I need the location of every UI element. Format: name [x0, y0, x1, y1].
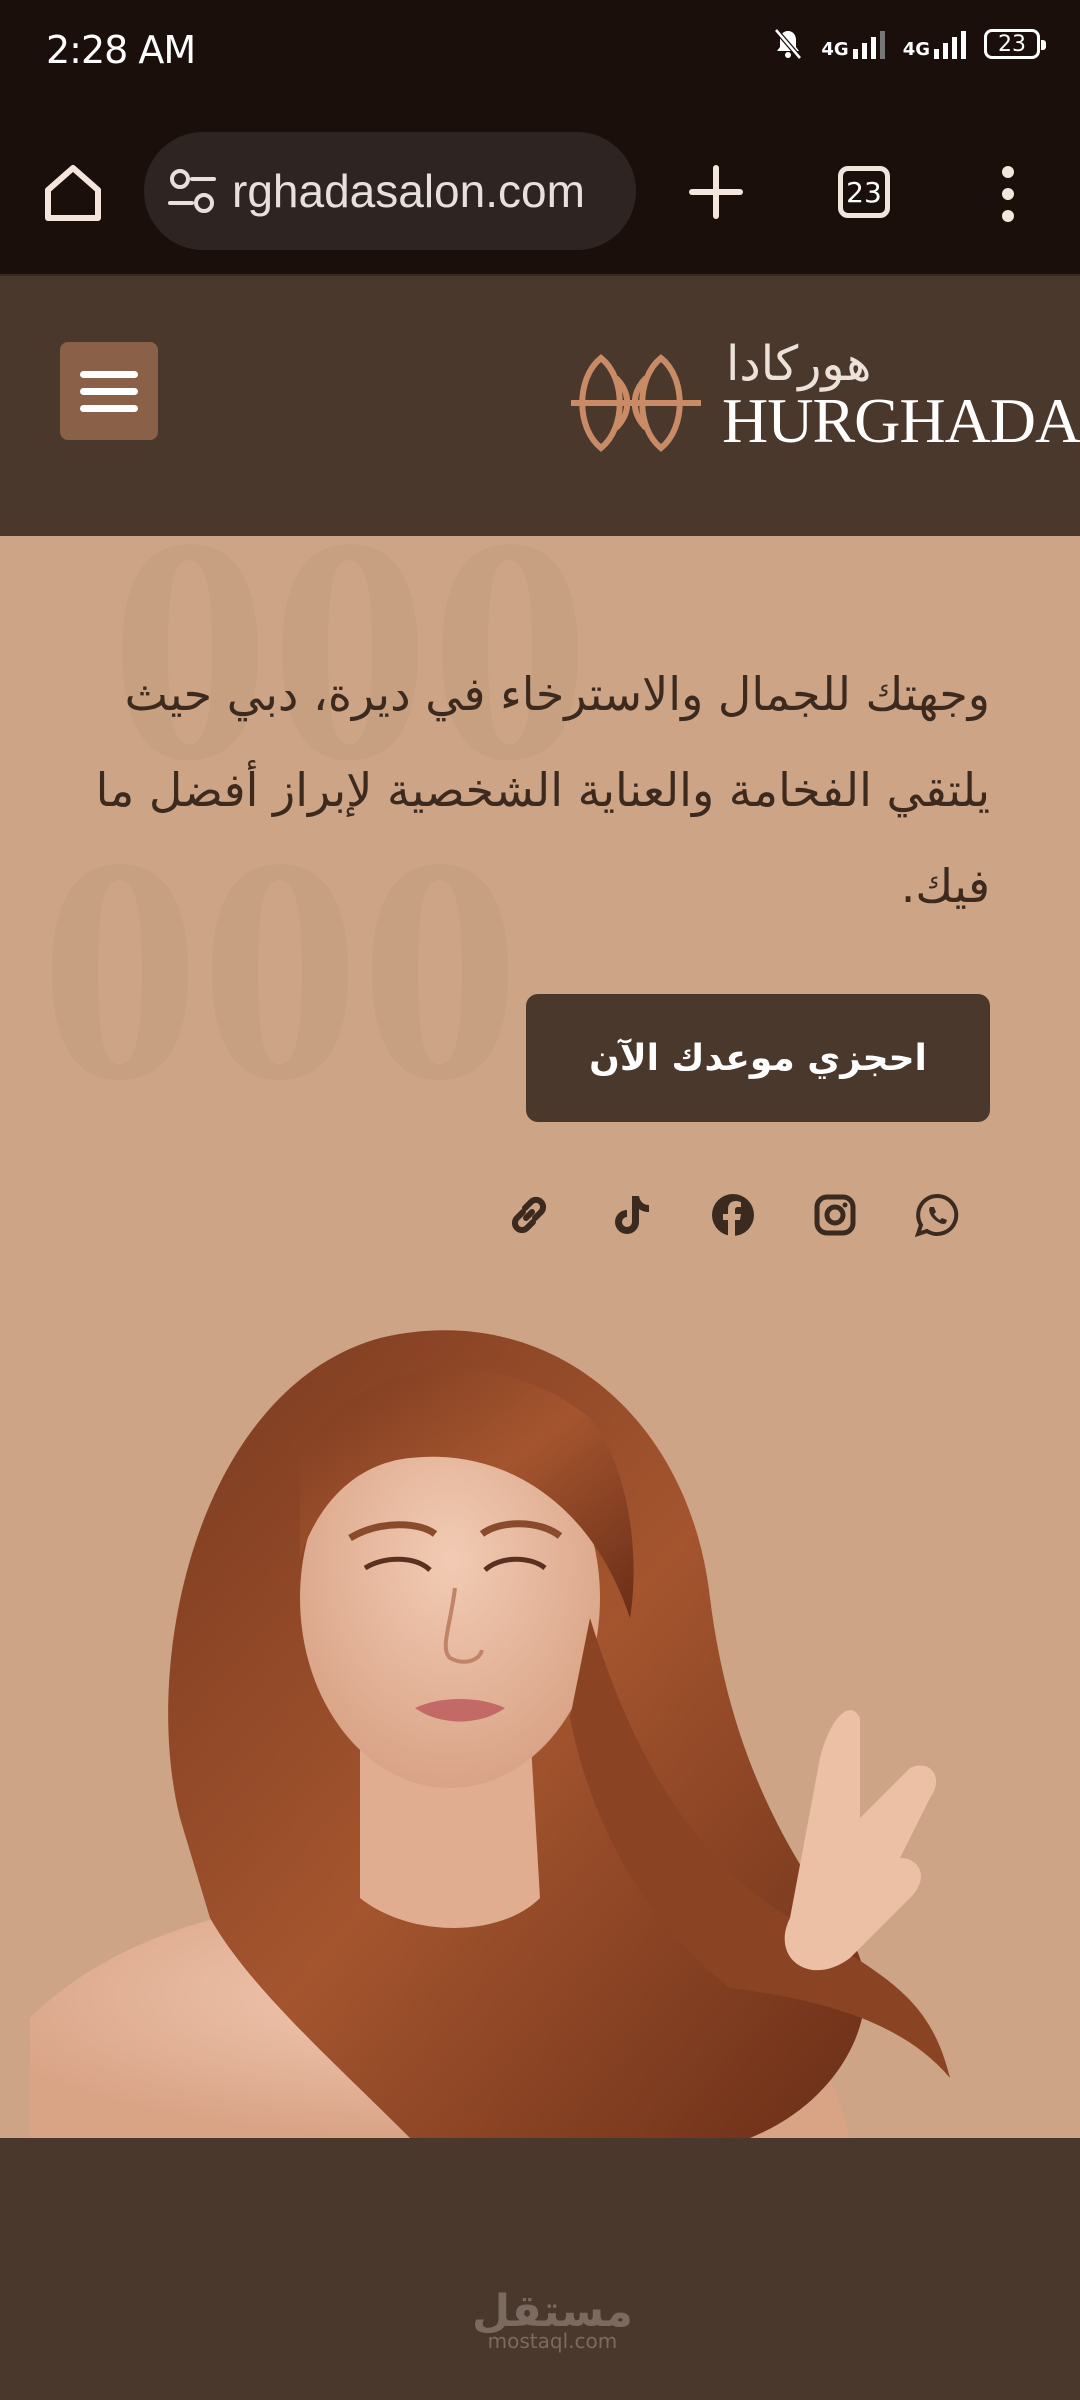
new-tab-icon[interactable]: [686, 162, 746, 222]
instagram-icon[interactable]: [812, 1192, 858, 1238]
site-footer: مستقل mostaql.com: [0, 2138, 1080, 2400]
battery-level: 23: [998, 31, 1026, 57]
tiktok-icon[interactable]: [608, 1192, 654, 1238]
hamburger-menu-button[interactable]: [60, 342, 158, 440]
battery-icon: 23: [984, 29, 1046, 59]
tab-count: 23: [846, 175, 882, 209]
signal-bars-2-icon: [934, 29, 966, 59]
hero-description: وجهتك للجمال والاسترخاء في ديرة، دبي حيث…: [95, 667, 990, 913]
hero-section: 000 000 وجهتك للجمال والاسترخاء في ديرة،…: [0, 536, 1080, 2138]
social-links: [506, 1192, 960, 1238]
whatsapp-icon[interactable]: [914, 1192, 960, 1238]
status-icons: 4G 4G 23: [773, 28, 1046, 60]
status-bar: 2:28 AM 4G 4G 23: [0, 0, 1080, 110]
url-text: rghadasalon.com: [232, 165, 585, 217]
logo-mark-icon: [571, 354, 701, 452]
network-label-1: 4G: [821, 39, 849, 60]
link-icon[interactable]: [506, 1192, 552, 1238]
address-bar[interactable]: rghadasalon.com: [144, 132, 636, 250]
facebook-icon[interactable]: [710, 1192, 756, 1238]
network-label-2: 4G: [902, 39, 930, 60]
more-options-icon[interactable]: [994, 164, 1022, 224]
site-logo[interactable]: هوركادا HURGHADA: [566, 336, 1080, 462]
site-settings-icon[interactable]: [166, 165, 218, 217]
home-icon[interactable]: [40, 160, 106, 226]
signal-bars-1-icon: [852, 29, 885, 59]
browser-toolbar: rghadasalon.com 23: [0, 110, 1080, 276]
mostaql-watermark: مستقل mostaql.com: [472, 2286, 633, 2353]
book-appointment-button[interactable]: احجزي موعدك الآن: [526, 994, 990, 1122]
status-time: 2:28 AM: [46, 28, 196, 72]
logo-english: HURGHADA: [722, 385, 1080, 456]
tab-switcher-button[interactable]: 23: [838, 166, 890, 218]
watermark-english: mostaql.com: [487, 2329, 618, 2353]
site-header: هوركادا HURGHADA: [0, 276, 1080, 536]
hero-woman-image: [30, 1330, 950, 2138]
mute-bell-icon: [774, 28, 803, 60]
